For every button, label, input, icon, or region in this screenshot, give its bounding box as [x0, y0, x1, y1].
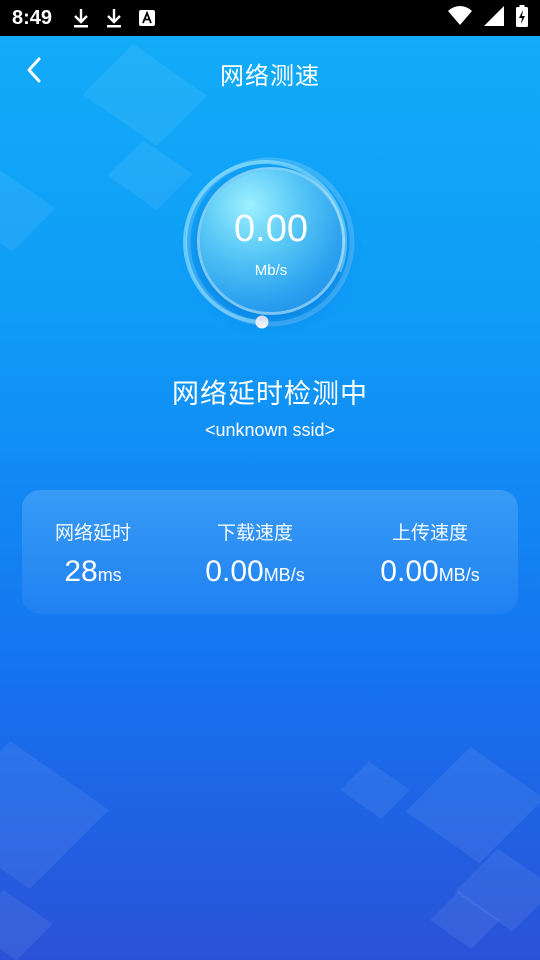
download-icon: [70, 6, 92, 30]
download-unit: MB/s: [263, 565, 305, 585]
download-label: 下载速度: [216, 522, 293, 544]
upload-stat: 上传速度 0.00MB/s: [345, 518, 515, 589]
latency-value: 28: [64, 555, 98, 588]
font-a-icon: [136, 6, 158, 30]
status-bar: 8:49: [0, 0, 540, 36]
upload-value: 0.00: [380, 555, 439, 588]
speed-unit: Mb/s: [254, 262, 288, 279]
speed-display: 0.00 Mb/s: [200, 170, 342, 312]
wifi-icon: [448, 5, 472, 31]
speed-gauge: 0.00 Mb/s: [180, 152, 360, 332]
latency-stat: 网络延时 28ms: [8, 518, 178, 589]
download-icon: [103, 6, 125, 30]
speed-value: 0.00: [234, 208, 308, 250]
latency-label: 网络延时: [54, 522, 131, 544]
signal-icon: [484, 5, 504, 31]
gauge-indicator-dot: [255, 315, 269, 329]
battery-charging-icon: [516, 4, 528, 32]
stats-card: 网络延时 28ms 下载速度 0.00MB/s 上传速度 0.00MB/s: [22, 490, 518, 614]
test-status-text: 网络延时检测中: [172, 379, 368, 410]
latency-unit: ms: [97, 565, 122, 585]
page-title: 网络测速: [220, 62, 320, 90]
upload-unit: MB/s: [438, 565, 480, 585]
background-decoration: [0, 0, 540, 960]
download-value: 0.00: [205, 555, 264, 588]
header: 网络测速: [0, 36, 540, 104]
upload-label: 上传速度: [391, 522, 468, 544]
network-ssid: <unknown ssid>: [204, 420, 336, 440]
download-stat: 下载速度 0.00MB/s: [170, 518, 340, 589]
status-time: 8:49: [12, 6, 53, 29]
